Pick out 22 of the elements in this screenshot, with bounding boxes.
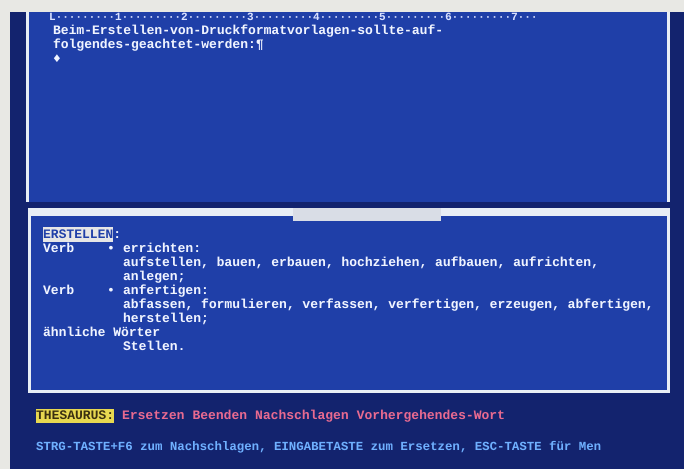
menu-command[interactable]: Vorhergehendes-Wort xyxy=(356,409,505,423)
synonym-list: aufstellen, bauen, erbauen, hochziehen, aufbauen, aufrichten, anlegen; xyxy=(123,256,658,284)
end-mark: ♦ xyxy=(53,52,62,66)
headword: ERSTELLEN xyxy=(43,227,114,242)
part-of-speech: Verb xyxy=(43,242,76,256)
synonym-list: abfassen, formulieren, verfassen, verfertigen, erzeugen, abfertigen, herstellen; xyxy=(123,298,658,326)
menu-label: THESAURUS: xyxy=(36,409,114,423)
bullet: • xyxy=(107,242,116,256)
status-message: STRG-TASTE+F6 zum Nachschlagen, EINGABETASTE zum Ersetzen, ESC-TASTE für Men xyxy=(36,440,602,454)
headword-colon: : xyxy=(113,227,122,242)
document-text-line: folgendes-geachtet-werden:¶ xyxy=(53,38,265,52)
related-words-label: ähnliche Wörter xyxy=(43,326,162,340)
menu-command[interactable]: Beenden xyxy=(192,409,248,423)
menu-command[interactable]: Nachschlagen xyxy=(255,409,349,423)
meaning[interactable]: errichten: xyxy=(123,242,202,256)
ruler-line: L·········1·········2·········3·········4·········5·········6·········7··· xyxy=(49,12,538,24)
part-of-speech: Verb xyxy=(43,284,76,298)
document-text-line: Beim-Erstellen-von-Druckformatvorlagen-sollte-auf- xyxy=(53,24,444,38)
bullet: • xyxy=(107,284,116,298)
menu-command[interactable]: Ersetzen xyxy=(122,409,184,423)
meaning[interactable]: anfertigen: xyxy=(123,284,209,298)
related-word[interactable]: Stellen. xyxy=(123,340,667,354)
